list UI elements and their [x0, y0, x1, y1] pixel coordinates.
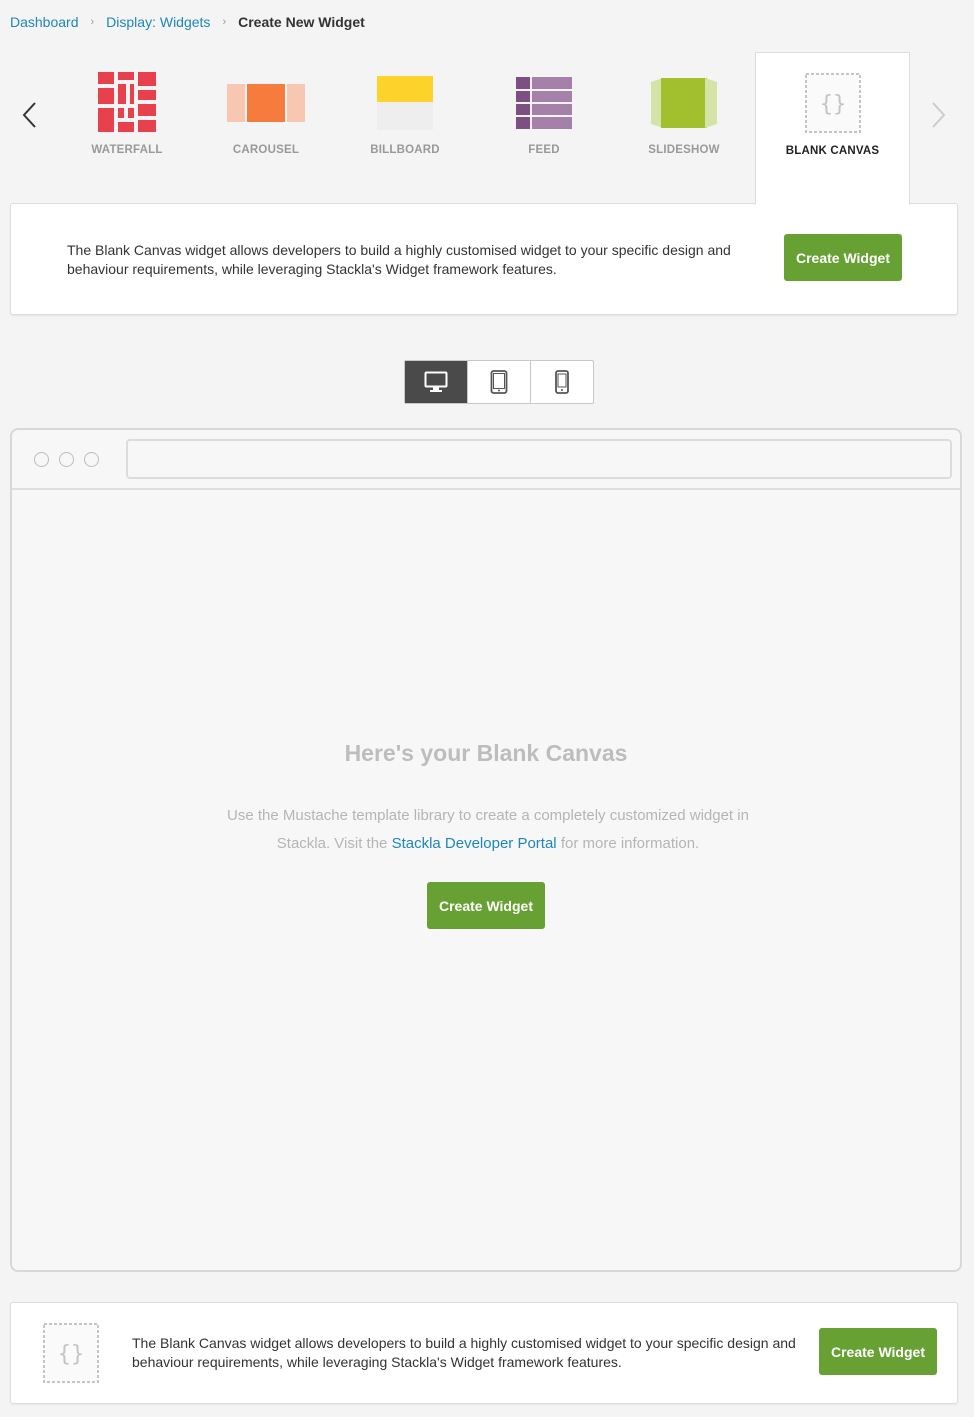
- device-preview-toggle: [404, 360, 594, 404]
- chevron-left-icon: [22, 102, 36, 128]
- chevron-right-icon: [932, 102, 946, 128]
- developer-portal-link[interactable]: Stackla Developer Portal: [392, 835, 557, 852]
- tablet-preview-button[interactable]: [468, 361, 531, 403]
- chevron-right-icon: ›: [90, 16, 95, 28]
- canvas-description-text: for more information.: [556, 835, 700, 852]
- mobile-preview-button[interactable]: [531, 361, 593, 403]
- browser-preview-frame: Here's your Blank Canvas Use the Mustach…: [10, 428, 962, 1272]
- prev-arrow-button[interactable]: [18, 100, 42, 130]
- widget-description: The Blank Canvas widget allows developer…: [67, 242, 731, 277]
- widget-type-label: CAROUSEL: [232, 144, 300, 156]
- curly-braces-icon: {}: [804, 73, 861, 133]
- widget-description: The Blank Canvas widget allows developer…: [132, 1335, 796, 1370]
- breadcrumb: Dashboard › Display: Widgets › Create Ne…: [10, 13, 365, 31]
- widget-type-carousel[interactable]: CAROUSEL: [196, 52, 336, 204]
- page-title: Create New Widget: [238, 14, 365, 30]
- waterfall-icon: [98, 72, 156, 132]
- widget-type-waterfall[interactable]: WATERFALL: [57, 52, 197, 204]
- canvas-description: Use the Mustache template library to cre…: [212, 802, 764, 858]
- billboard-icon: [377, 76, 433, 130]
- svg-text:{}: {}: [58, 1342, 85, 1367]
- canvas-heading: Here's your Blank Canvas: [344, 740, 628, 766]
- widget-type-label: FEED: [528, 144, 560, 156]
- footer-info-card: {} The Blank Canvas widget allows develo…: [10, 1302, 958, 1404]
- window-control-dot: [84, 452, 99, 467]
- slideshow-icon: [651, 78, 717, 128]
- create-widget-button[interactable]: Create Widget: [784, 234, 902, 281]
- next-arrow-button[interactable]: [926, 100, 950, 130]
- curly-braces-icon: {}: [43, 1323, 99, 1383]
- desktop-preview-button[interactable]: [405, 361, 468, 403]
- widget-type-label: WATERFALL: [91, 144, 163, 156]
- feed-icon: [516, 77, 572, 129]
- mobile-icon: [555, 370, 569, 394]
- create-widget-button[interactable]: Create Widget: [427, 882, 545, 929]
- breadcrumb-dashboard-link[interactable]: Dashboard: [10, 14, 79, 30]
- widget-type-selector: WATERFALL CAROUSEL BILLBOARD FEED SLIDES…: [0, 52, 974, 205]
- widget-type-label: SLIDESHOW: [648, 144, 720, 156]
- widget-type-label: BILLBOARD: [370, 144, 440, 156]
- widget-info-card: The Blank Canvas widget allows developer…: [10, 203, 958, 315]
- carousel-icon: [227, 84, 305, 122]
- desktop-icon: [424, 371, 448, 392]
- svg-text:{}: {}: [819, 92, 846, 117]
- address-bar: [126, 439, 952, 479]
- create-widget-button[interactable]: Create Widget: [819, 1328, 937, 1375]
- widget-type-label: BLANK CANVAS: [785, 145, 880, 157]
- widget-type-blank-canvas[interactable]: {} BLANK CANVAS: [755, 52, 910, 205]
- window-control-dot: [59, 452, 74, 467]
- tablet-icon: [490, 370, 508, 394]
- widget-type-feed[interactable]: FEED: [474, 52, 614, 204]
- widget-type-billboard[interactable]: BILLBOARD: [335, 52, 475, 204]
- window-control-dot: [34, 452, 49, 467]
- widget-type-slideshow[interactable]: SLIDESHOW: [614, 52, 754, 204]
- browser-toolbar: [12, 430, 960, 490]
- breadcrumb-widgets-link[interactable]: Display: Widgets: [106, 14, 210, 30]
- chevron-right-icon: ›: [222, 16, 227, 28]
